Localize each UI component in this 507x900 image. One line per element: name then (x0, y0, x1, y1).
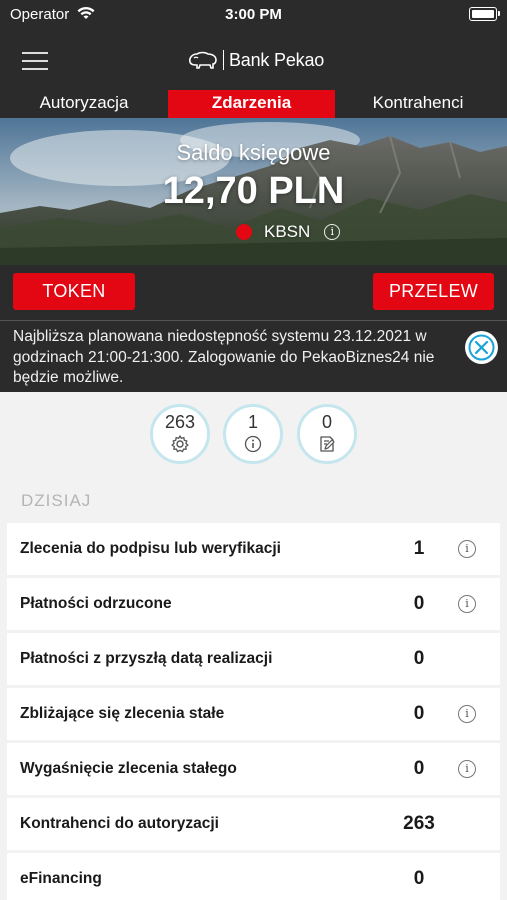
gear-icon (171, 435, 189, 453)
balance-hero: Saldo księgowe 12,70 PLN KBSN i (0, 118, 507, 265)
info-icon[interactable]: i (324, 224, 341, 240)
close-icon (468, 334, 495, 361)
counter-documents[interactable]: 0 (297, 404, 357, 464)
list-item-label: Płatności z przyszłą datą realizacji (20, 650, 273, 667)
list-item-label: Kontrahenci do autoryzacji (20, 815, 219, 832)
notice-text: Najbliższa planowana niedostępność syste… (13, 328, 435, 386)
counter-value: 1 (247, 412, 258, 432)
info-icon[interactable]: i (458, 540, 476, 558)
list-item-label: Zlecenia do podpisu lub weryfikacji (20, 540, 281, 557)
status-bar: Operator 3:00 PM (0, 0, 507, 30)
app-header: Bank Pekao (0, 30, 507, 90)
balance-label: Saldo księgowe (176, 140, 331, 165)
maintenance-notice: Najbliższa planowana niedostępność syste… (0, 320, 507, 392)
events-content: 263 1 0 DZISIAJ Zlecenia do podpisu lub … (0, 392, 507, 900)
info-icon[interactable]: i (458, 760, 476, 778)
przelew-button[interactable]: PRZELEW (373, 273, 494, 310)
list-item-count: 263 (403, 813, 435, 834)
hamburger-menu-button[interactable] (22, 50, 48, 72)
account-name: KBSN (264, 222, 311, 241)
counter-info[interactable]: 1 (223, 404, 283, 464)
bison-logo-icon (189, 51, 217, 69)
list-item-label: Płatności odrzucone (20, 595, 172, 612)
logo-divider (223, 50, 224, 70)
account-color-dot (236, 224, 252, 240)
list-item-count: 0 (413, 648, 425, 669)
tab-bar: Autoryzacja Zdarzenia Kontrahenci (0, 90, 507, 118)
list-item-count: 0 (413, 593, 425, 614)
list-item-contractors[interactable]: Kontrahenci do autoryzacji 263 (7, 798, 500, 850)
list-item-count: 0 (413, 758, 425, 779)
list-item-label: Wygaśnięcie zlecenia stałego (20, 760, 237, 777)
clock: 3:00 PM (225, 6, 282, 23)
list-item-label: Zbliżające się zlecenia stałe (20, 705, 225, 722)
tab-zdarzenia[interactable]: Zdarzenia (168, 90, 335, 118)
info-icon (244, 435, 262, 453)
list-item-upcoming-standing-orders[interactable]: Zbliżające się zlecenia stałe 0 i (7, 688, 500, 740)
info-icon[interactable]: i (458, 705, 476, 723)
list-item-efinancing[interactable]: eFinancing 0 (7, 853, 500, 900)
list-item-standing-order-expiry[interactable]: Wygaśnięcie zlecenia stałego 0 i (7, 743, 500, 795)
counter-value: 263 (164, 412, 196, 432)
section-title-today: DZISIAJ (21, 491, 92, 510)
document-edit-icon (320, 436, 335, 452)
tab-kontrahenci[interactable]: Kontrahenci (348, 90, 488, 118)
action-bar: TOKEN PRZELEW (0, 265, 507, 320)
list-item-label: eFinancing (20, 870, 102, 887)
bank-name: Bank Pekao (229, 49, 325, 70)
counter-value: 0 (321, 412, 332, 432)
close-notice-button[interactable] (465, 331, 498, 364)
list-item-count: 0 (413, 868, 425, 889)
menu-line (22, 68, 48, 70)
list-item-count: 0 (413, 703, 425, 724)
tab-autoryzacja[interactable]: Autoryzacja (14, 90, 154, 118)
menu-line (22, 60, 48, 62)
balance-value: 12,70 PLN (162, 170, 345, 212)
list-item-count: 1 (413, 538, 425, 559)
token-button[interactable]: TOKEN (13, 273, 135, 310)
battery-icon (469, 7, 500, 21)
list-item-rejected[interactable]: Płatności odrzucone 0 i (7, 578, 500, 630)
list-item-signing[interactable]: Zlecenia do podpisu lub weryfikacji 1 i (7, 523, 500, 575)
info-icon[interactable]: i (458, 595, 476, 613)
list-item-future-payments[interactable]: Płatności z przyszłą datą realizacji 0 (7, 633, 500, 685)
account-selector[interactable]: KBSN i (236, 221, 341, 243)
counter-settings[interactable]: 263 (150, 404, 210, 464)
menu-line (22, 52, 48, 54)
bank-logo: Bank Pekao (187, 46, 324, 74)
